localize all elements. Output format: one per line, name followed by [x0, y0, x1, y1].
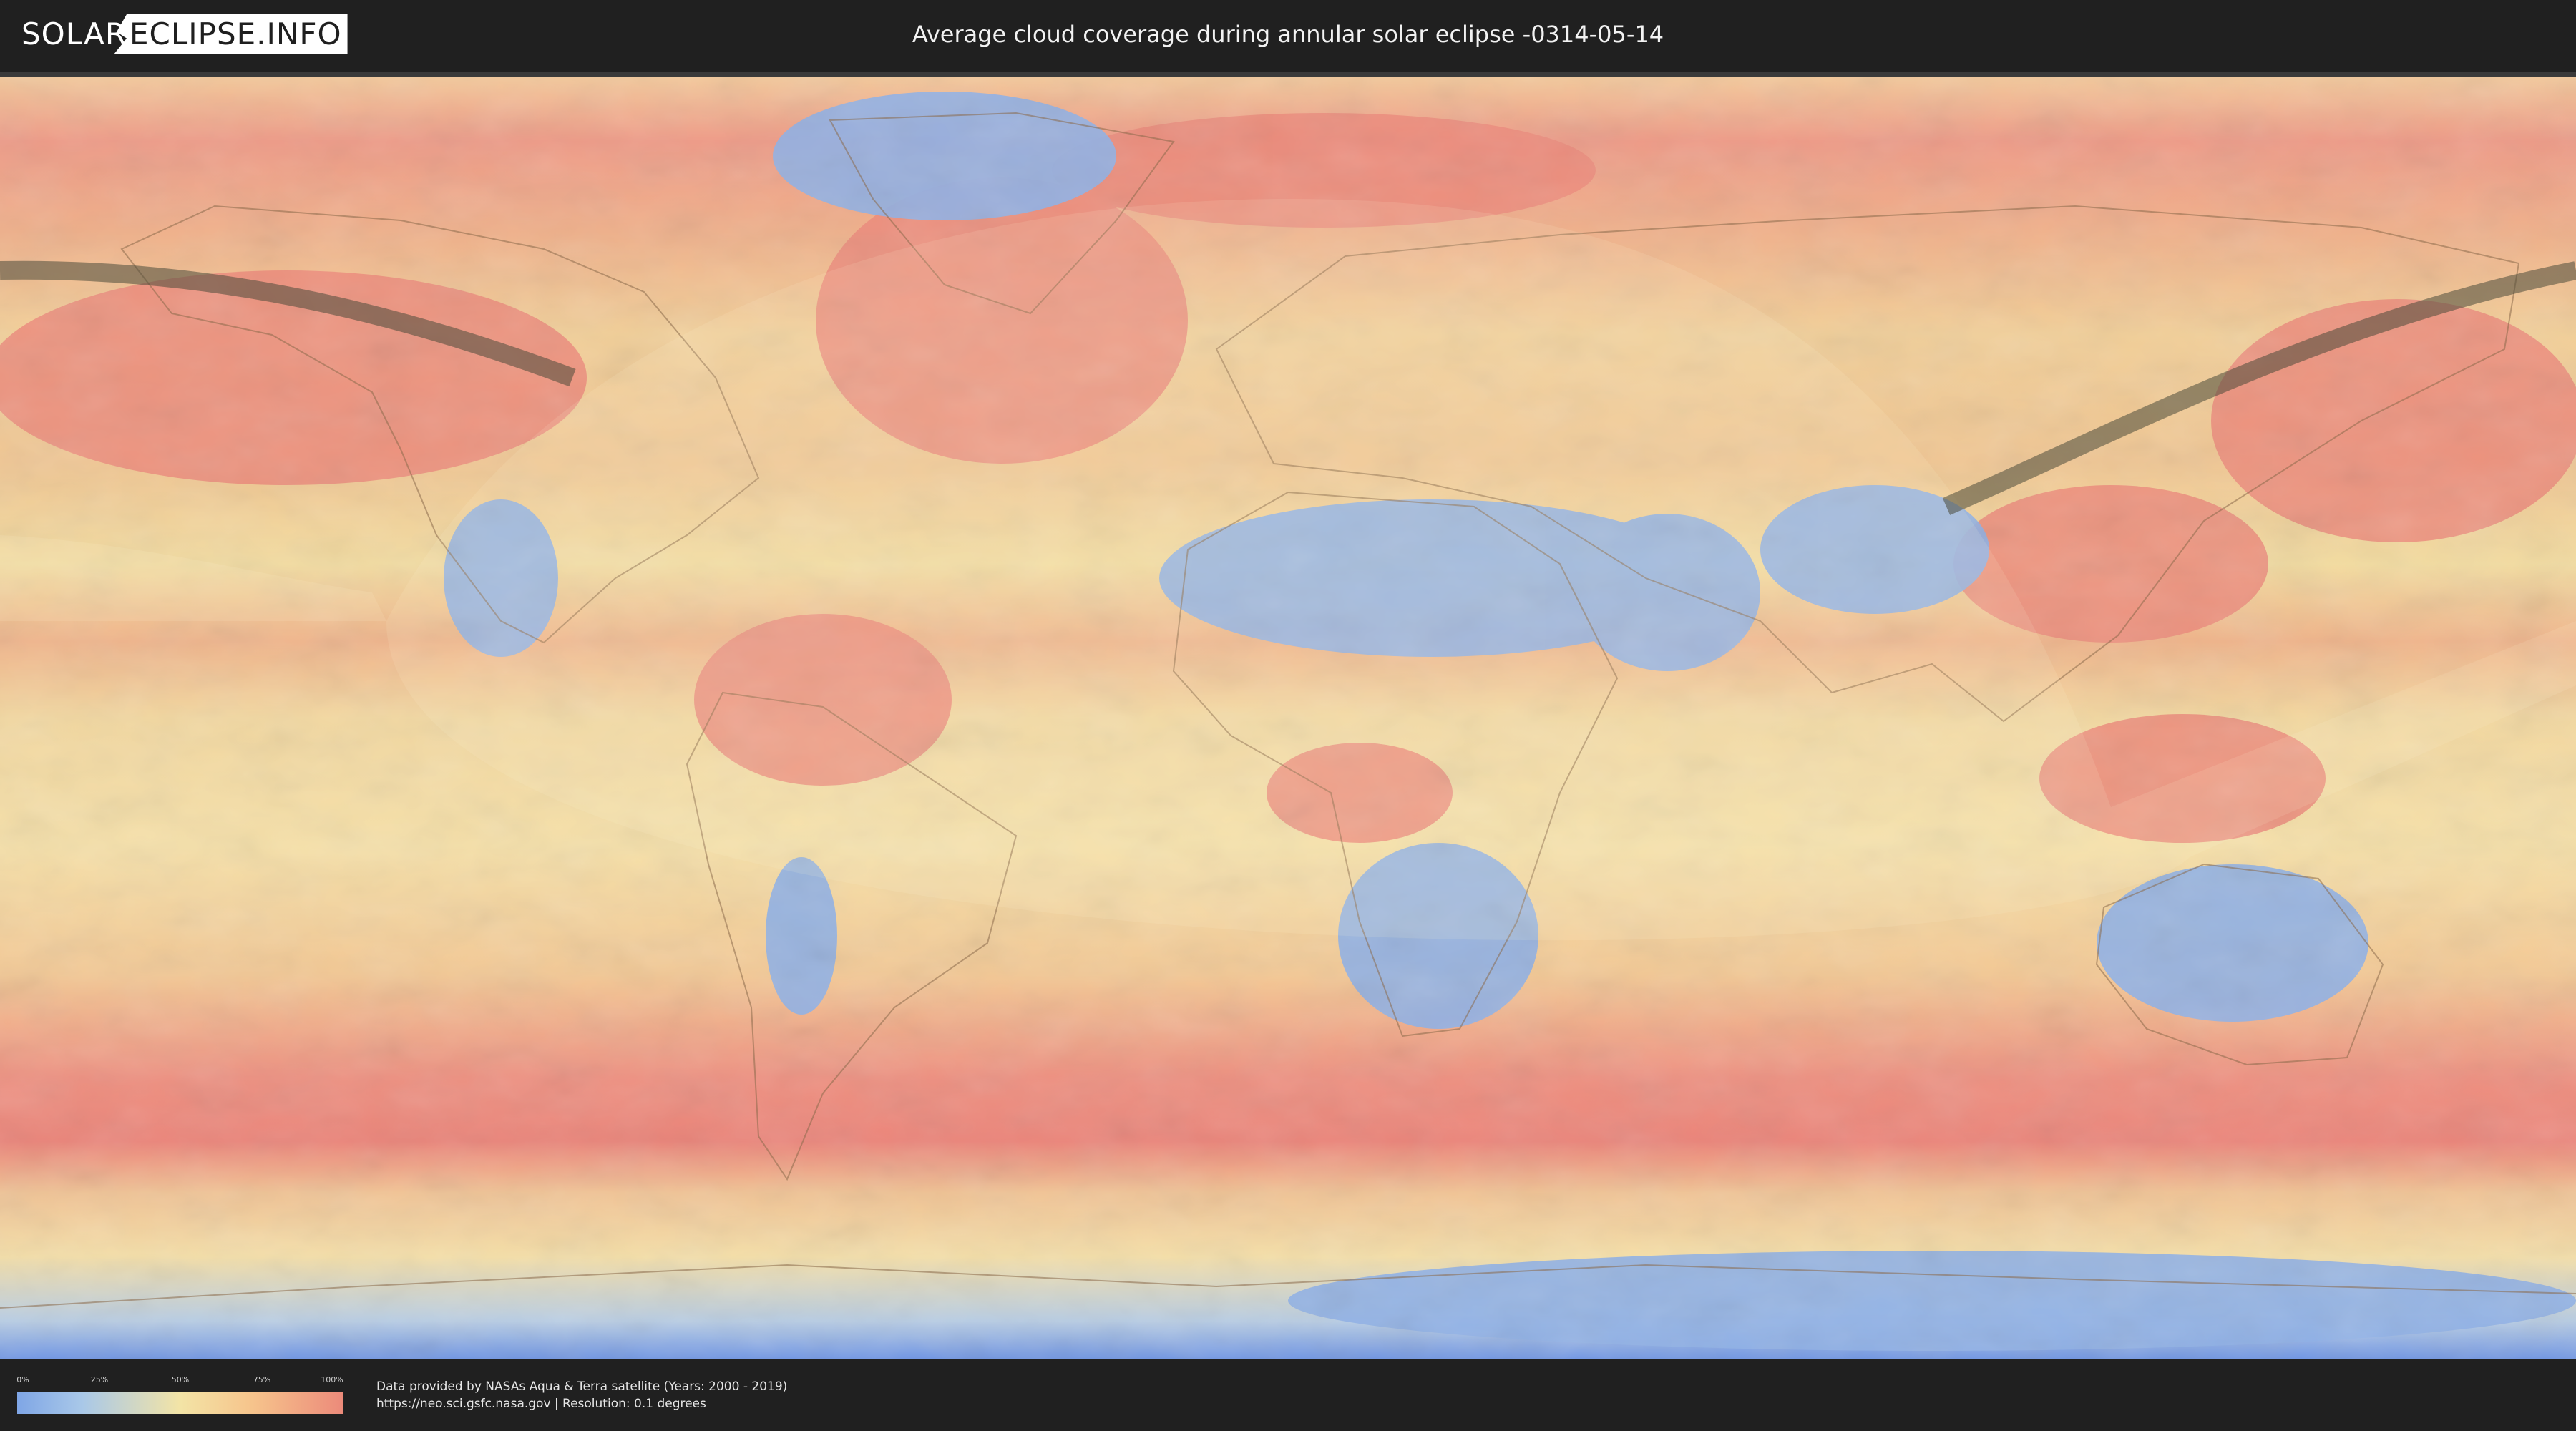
legend-tick-50: 50% — [171, 1375, 190, 1384]
header-bar: SOLAR ECLIPSE.INFO Average cloud coverag… — [0, 0, 2576, 72]
credit-line-1: Data provided by NASAs Aqua & Terra sate… — [376, 1379, 788, 1394]
legend-tick-100: 100% — [321, 1375, 343, 1384]
credit-line-2[interactable]: https://neo.sci.gsfc.nasa.gov | Resoluti… — [376, 1395, 787, 1412]
legend-ticks: 0% 25% 50% 75% 100% — [16, 1375, 343, 1387]
page-title: Average cloud coverage during annular so… — [912, 21, 1664, 48]
cloud-coverage-legend: 0% 25% 50% 75% 100% — [16, 1375, 343, 1417]
footer-bar: 0% 25% 50% 75% 100% Data provided by NAS… — [0, 1359, 2576, 1431]
legend-tick-25: 25% — [90, 1375, 109, 1384]
data-credits: Data provided by NASAs Aqua & Terra sate… — [376, 1378, 787, 1412]
legend-color-bar — [17, 1392, 343, 1414]
cloud-coverage-map[interactable] — [0, 77, 2576, 1359]
legend-tick-0: 0% — [16, 1375, 29, 1384]
legend-tick-75: 75% — [253, 1375, 271, 1384]
